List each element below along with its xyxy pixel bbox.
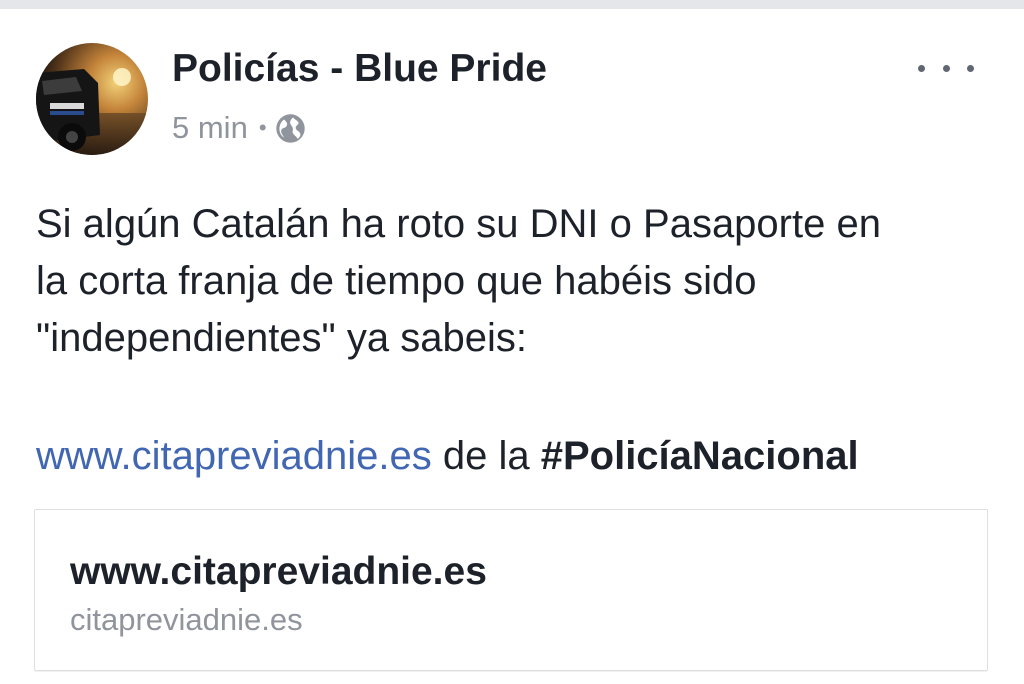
post-link-line: www.citapreviadnie.es de la #PolicíaNaci… [36, 428, 859, 485]
post-body: Si algún Catalán ha roto su DNI o Pasapo… [36, 196, 1006, 367]
more-horizontal-icon [918, 64, 925, 72]
post-body-line: la corta franja de tiempo que habéis sid… [36, 259, 757, 303]
post-author-name[interactable]: Policías - Blue Pride [172, 47, 547, 91]
post-meta: 5 min • [172, 108, 306, 148]
post-body-line: Si algún Catalán ha roto su DNI o Pasapo… [36, 202, 881, 246]
post-body-link[interactable]: www.citapreviadnie.es [36, 434, 432, 478]
more-options-button[interactable] [918, 50, 974, 86]
link-preview-card[interactable]: www.citapreviadnie.es citapreviadnie.es [34, 509, 988, 671]
avatar[interactable] [36, 43, 148, 155]
avatar-image [36, 43, 148, 155]
link-preview-title: www.citapreviadnie.es [70, 550, 487, 593]
link-preview-domain: citapreviadnie.es [70, 602, 303, 637]
post-timestamp[interactable]: 5 min [172, 110, 248, 146]
hashtag-link[interactable]: #PolicíaNacional [541, 434, 859, 478]
globe-icon[interactable] [275, 113, 306, 144]
post-link-suffix: de la [431, 434, 541, 478]
meta-separator: • [258, 115, 267, 140]
top-divider [0, 0, 1024, 9]
post-body-line: "independientes" ya sabeis: [36, 316, 527, 360]
more-horizontal-icon [967, 64, 974, 72]
more-horizontal-icon [942, 64, 950, 72]
